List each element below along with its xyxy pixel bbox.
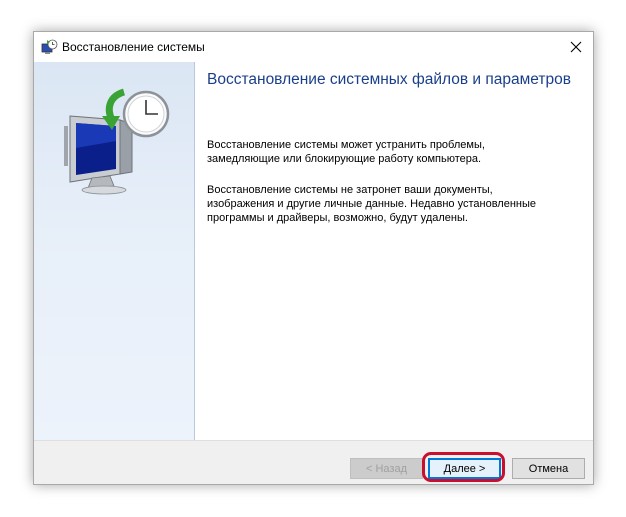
back-button[interactable]: < Назад — [350, 458, 423, 479]
paragraph-line: Восстановление системы не затронет ваши … — [207, 184, 493, 196]
close-button[interactable] — [559, 32, 593, 62]
description-paragraph-1: Восстановление системы может устранить п… — [207, 138, 567, 166]
paragraph-line: замедляющие или блокирующие работу компь… — [207, 153, 482, 165]
content-panel: Восстановление системных файлов и параме… — [195, 62, 593, 440]
cancel-button[interactable]: Отмена — [512, 458, 585, 479]
title-bar: Восстановление системы — [34, 32, 593, 62]
sidebar-panel — [34, 62, 195, 440]
paragraph-line: программы и драйверы, возможно, будут уд… — [207, 212, 468, 224]
next-button[interactable]: Далее > — [428, 458, 501, 479]
paragraph-line: Восстановление системы может устранить п… — [207, 139, 485, 151]
description-paragraph-2: Восстановление системы не затронет ваши … — [207, 183, 567, 225]
system-restore-icon — [41, 39, 58, 54]
window-title: Восстановление системы — [62, 40, 205, 54]
monitor-clock-restore-icon — [64, 88, 170, 195]
close-icon — [570, 41, 582, 53]
button-bar: < Назад Далее > Отмена — [34, 440, 593, 484]
system-restore-window: Восстановление системы Восстановление си… — [33, 31, 594, 485]
page-heading: Восстановление системных файлов и параме… — [207, 71, 571, 88]
paragraph-line: изображения и другие личные данные. Неда… — [207, 198, 536, 210]
